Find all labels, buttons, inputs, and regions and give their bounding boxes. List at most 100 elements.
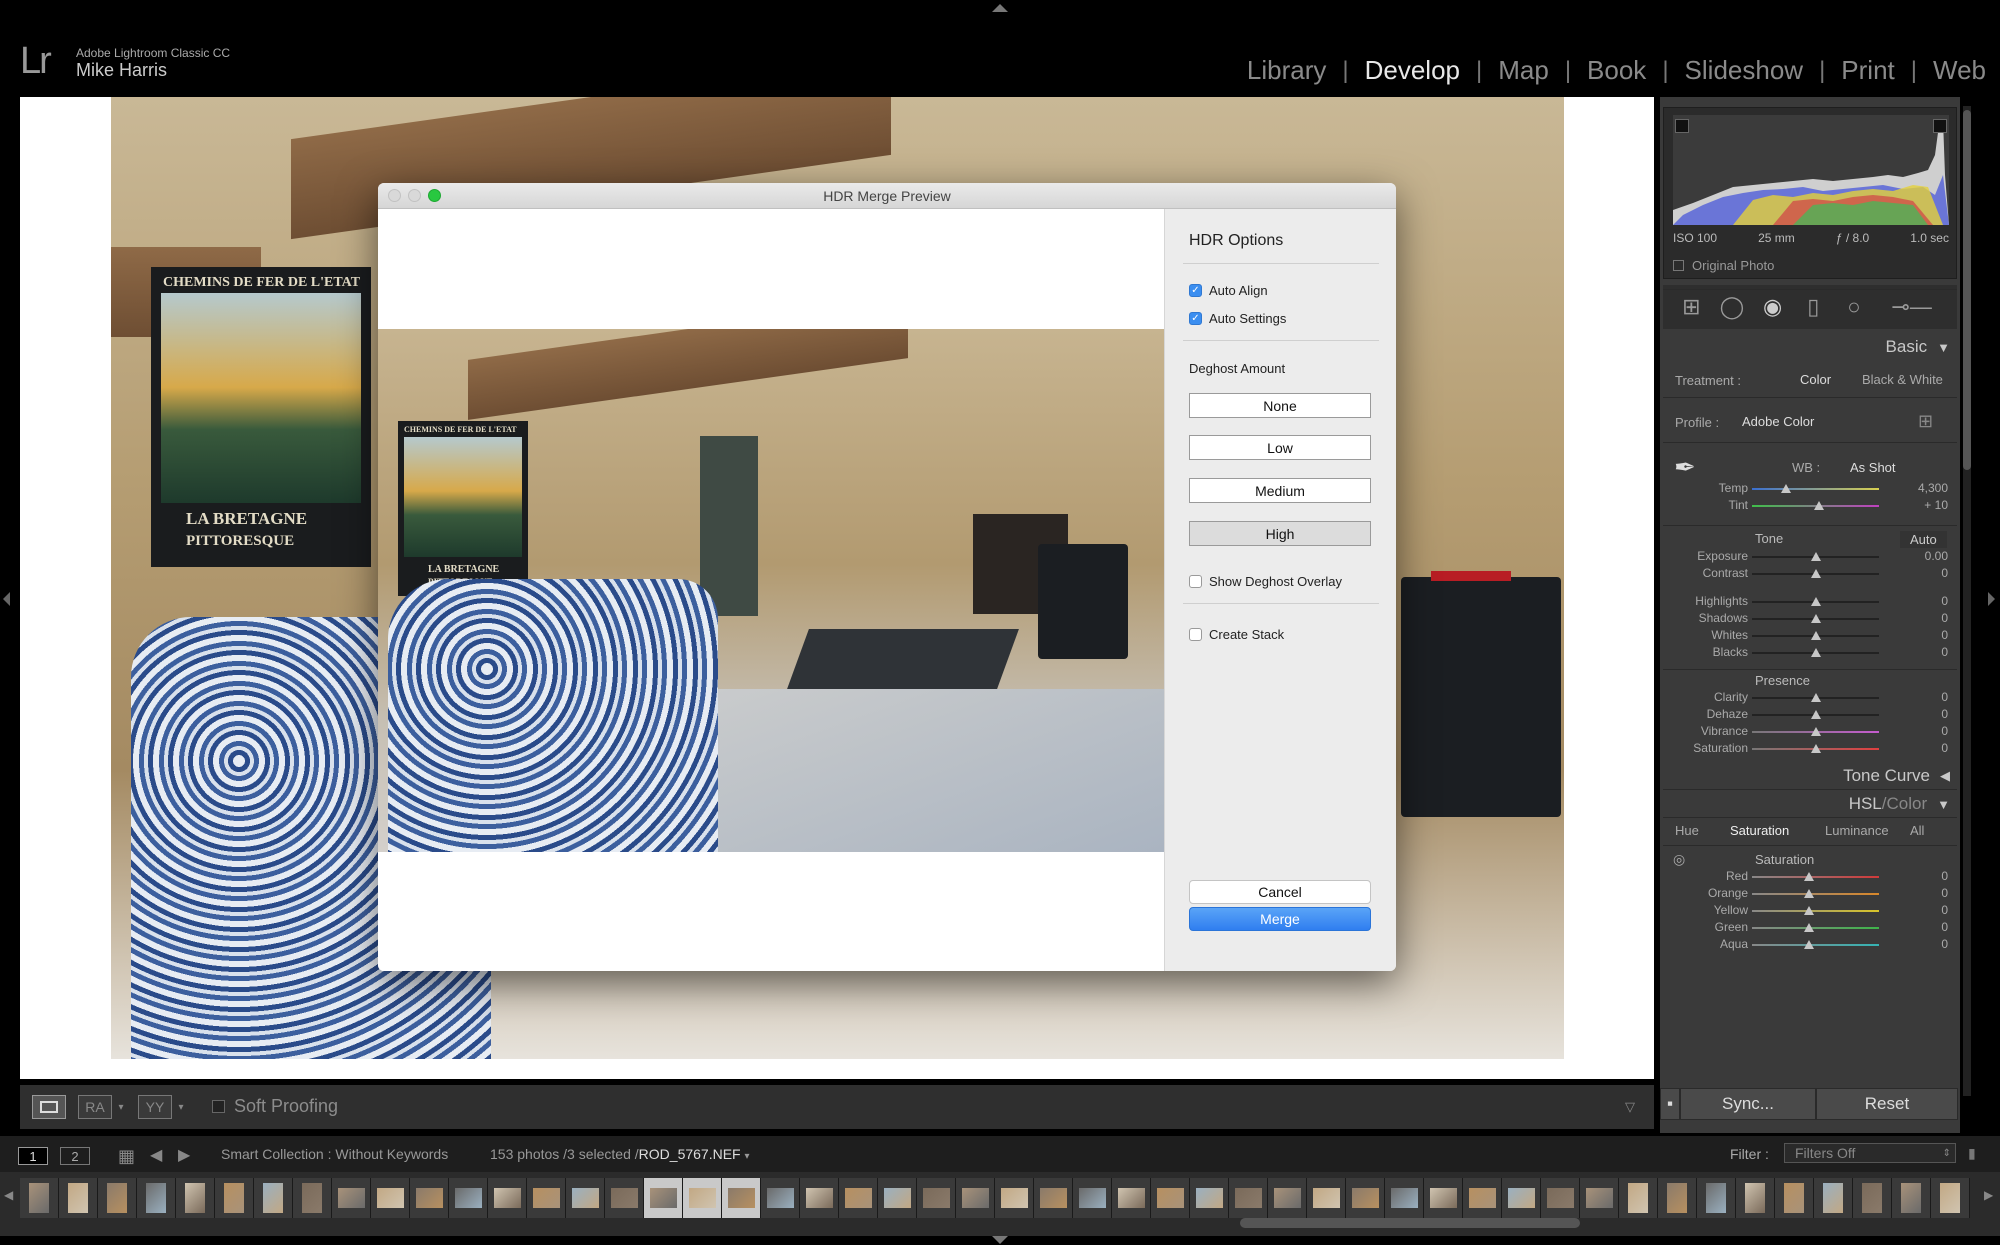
- tone-slider-blacks[interactable]: Blacks 0: [1660, 645, 1960, 662]
- filmstrip-thumbnail[interactable]: [878, 1178, 917, 1218]
- photo-count[interactable]: 153 photos /3 selected /ROD_5767.NEF ▾: [490, 1146, 750, 1162]
- sat-slider-red[interactable]: Red 0: [1660, 869, 1960, 886]
- filmstrip-thumbnail[interactable]: [917, 1178, 956, 1218]
- module-develop[interactable]: Develop: [1349, 55, 1476, 86]
- sat-slider-orange-thumb[interactable]: [1804, 889, 1815, 898]
- collection-source[interactable]: Smart Collection : Without Keywords: [221, 1146, 448, 1162]
- filmstrip-thumbnail[interactable]: [1385, 1178, 1424, 1218]
- show-deghost-overlay-checkbox[interactable]: [1189, 575, 1202, 588]
- crop-tool-icon[interactable]: ⊞: [1678, 294, 1704, 320]
- filmstrip-thumbnail[interactable]: [1502, 1178, 1541, 1218]
- filmstrip-right-arrow-icon[interactable]: ▶: [1984, 1188, 1993, 1202]
- filmstrip-thumbnail[interactable]: [995, 1178, 1034, 1218]
- temp-slider[interactable]: Temp 4,300: [1660, 481, 1960, 498]
- sat-slider-yellow-track[interactable]: [1752, 910, 1879, 912]
- tone-slider-shadows[interactable]: Shadows 0: [1660, 611, 1960, 628]
- tone-slider-highlights-thumb[interactable]: [1810, 597, 1821, 606]
- red-eye-icon[interactable]: ◉: [1760, 294, 1786, 320]
- filmstrip-thumbnail[interactable]: [410, 1178, 449, 1218]
- presence-slider-vibrance[interactable]: Vibrance 0: [1660, 724, 1960, 741]
- before-after-dropdown-icon[interactable]: ▾: [116, 1095, 126, 1119]
- filmstrip-thumbnail[interactable]: [1151, 1178, 1190, 1218]
- presence-slider-clarity[interactable]: Clarity 0: [1660, 690, 1960, 707]
- target-adjustment-icon[interactable]: ◎: [1673, 851, 1685, 868]
- filmstrip-thumbnail[interactable]: [1775, 1178, 1814, 1218]
- tint-slider-thumb[interactable]: [1814, 501, 1825, 510]
- filter-lock-icon[interactable]: ▮: [1968, 1145, 1976, 1162]
- filmstrip-thumbnail[interactable]: [1307, 1178, 1346, 1218]
- module-library[interactable]: Library: [1231, 55, 1342, 86]
- basic-panel-header[interactable]: Basic ▼: [1886, 337, 1950, 357]
- filmstrip[interactable]: ◀ ▶: [0, 1172, 2000, 1236]
- adjustment-brush-icon[interactable]: ⊸—: [1882, 294, 1942, 320]
- module-book[interactable]: Book: [1571, 55, 1662, 86]
- filmstrip-thumbnail[interactable]: [59, 1178, 98, 1218]
- filmstrip-thumbnail[interactable]: [1190, 1178, 1229, 1218]
- filmstrip-thumbnail[interactable]: [1697, 1178, 1736, 1218]
- soft-proofing-checkbox[interactable]: [212, 1100, 225, 1113]
- create-stack-checkbox[interactable]: [1189, 628, 1202, 641]
- filmstrip-thumbnail[interactable]: [839, 1178, 878, 1218]
- filmstrip-thumbnail[interactable]: [605, 1178, 644, 1218]
- highlight-clipping-icon[interactable]: [1933, 119, 1947, 133]
- sat-slider-green-track[interactable]: [1752, 927, 1879, 929]
- swap-dropdown-icon[interactable]: ▾: [176, 1095, 186, 1119]
- filmstrip-thumbnail[interactable]: [1931, 1178, 1970, 1218]
- presence-slider-dehaze-thumb[interactable]: [1810, 710, 1821, 719]
- filmstrip-thumbnail[interactable]: [1346, 1178, 1385, 1218]
- hsl-tab-luminance[interactable]: Luminance: [1825, 823, 1889, 838]
- filmstrip-thumbnail[interactable]: [1073, 1178, 1112, 1218]
- merge-button[interactable]: Merge: [1189, 907, 1371, 931]
- sat-slider-red-track[interactable]: [1752, 876, 1879, 878]
- filmstrip-thumbnail[interactable]: [683, 1178, 722, 1218]
- original-photo-toggle[interactable]: Original Photo: [1673, 258, 1774, 273]
- filmstrip-thumbnail[interactable]: [644, 1178, 683, 1218]
- filmstrip-thumbnail[interactable]: [254, 1178, 293, 1218]
- tone-slider-blacks-thumb[interactable]: [1810, 648, 1821, 657]
- sat-slider-orange-track[interactable]: [1752, 893, 1879, 895]
- temp-slider-track[interactable]: [1752, 488, 1879, 490]
- sat-slider-red-thumb[interactable]: [1804, 872, 1815, 881]
- filmstrip-thumbnail[interactable]: [566, 1178, 605, 1218]
- hsl-tab-hue[interactable]: Hue: [1675, 823, 1699, 838]
- sat-slider-aqua[interactable]: Aqua 0: [1660, 937, 1960, 954]
- reset-button[interactable]: Reset: [1816, 1088, 1958, 1120]
- wb-dropdown[interactable]: As Shot: [1850, 460, 1896, 475]
- presence-slider-saturation[interactable]: Saturation 0: [1660, 741, 1960, 758]
- primary-window-button[interactable]: 1: [18, 1147, 48, 1165]
- white-balance-selector-icon[interactable]: ✒: [1674, 452, 1696, 483]
- filmstrip-thumbnail[interactable]: [137, 1178, 176, 1218]
- tone-slider-highlights[interactable]: Highlights 0: [1660, 594, 1960, 611]
- sat-slider-green[interactable]: Green 0: [1660, 920, 1960, 937]
- back-arrow-icon[interactable]: ◀: [150, 1145, 162, 1165]
- dialog-titlebar[interactable]: HDR Merge Preview: [378, 183, 1396, 209]
- filmstrip-thumbnail[interactable]: [1580, 1178, 1619, 1218]
- filmstrip-thumbnail[interactable]: [20, 1178, 59, 1218]
- profile-dropdown[interactable]: Adobe Color: [1742, 414, 1814, 429]
- presence-slider-clarity-thumb[interactable]: [1810, 693, 1821, 702]
- sat-slider-yellow-thumb[interactable]: [1804, 906, 1815, 915]
- auto-settings-checkbox[interactable]: ✓: [1189, 312, 1202, 325]
- radial-filter-icon[interactable]: ○: [1841, 294, 1867, 320]
- filmstrip-thumbnail[interactable]: [1892, 1178, 1931, 1218]
- graduated-filter-icon[interactable]: ▯: [1800, 294, 1826, 320]
- tint-slider[interactable]: Tint + 10: [1660, 498, 1960, 515]
- file-dropdown-icon[interactable]: ▾: [745, 1151, 750, 1162]
- tone-curve-panel-header[interactable]: Tone Curve ◀: [1843, 766, 1950, 786]
- forward-arrow-icon[interactable]: ▶: [178, 1145, 190, 1165]
- cancel-button[interactable]: Cancel: [1189, 880, 1371, 904]
- tone-slider-whites-thumb[interactable]: [1810, 631, 1821, 640]
- left-panel-arrow-icon[interactable]: [3, 592, 10, 606]
- sync-toggle-switch[interactable]: ▪: [1660, 1088, 1680, 1120]
- filmstrip-thumbnail[interactable]: [1619, 1178, 1658, 1218]
- hsl-tab-all[interactable]: All: [1910, 823, 1924, 838]
- grid-view-icon[interactable]: ▦: [118, 1146, 135, 1167]
- tone-slider-whites[interactable]: Whites 0: [1660, 628, 1960, 645]
- tone-slider-exposure[interactable]: Exposure 0.00: [1660, 549, 1960, 566]
- filmstrip-thumbnail[interactable]: [449, 1178, 488, 1218]
- tone-auto-button[interactable]: Auto: [1900, 531, 1947, 548]
- tone-slider-exposure-thumb[interactable]: [1810, 552, 1821, 561]
- module-web[interactable]: Web: [1917, 55, 1986, 86]
- deghost-high-button[interactable]: High: [1189, 521, 1371, 546]
- sync-button[interactable]: Sync...: [1680, 1088, 1816, 1120]
